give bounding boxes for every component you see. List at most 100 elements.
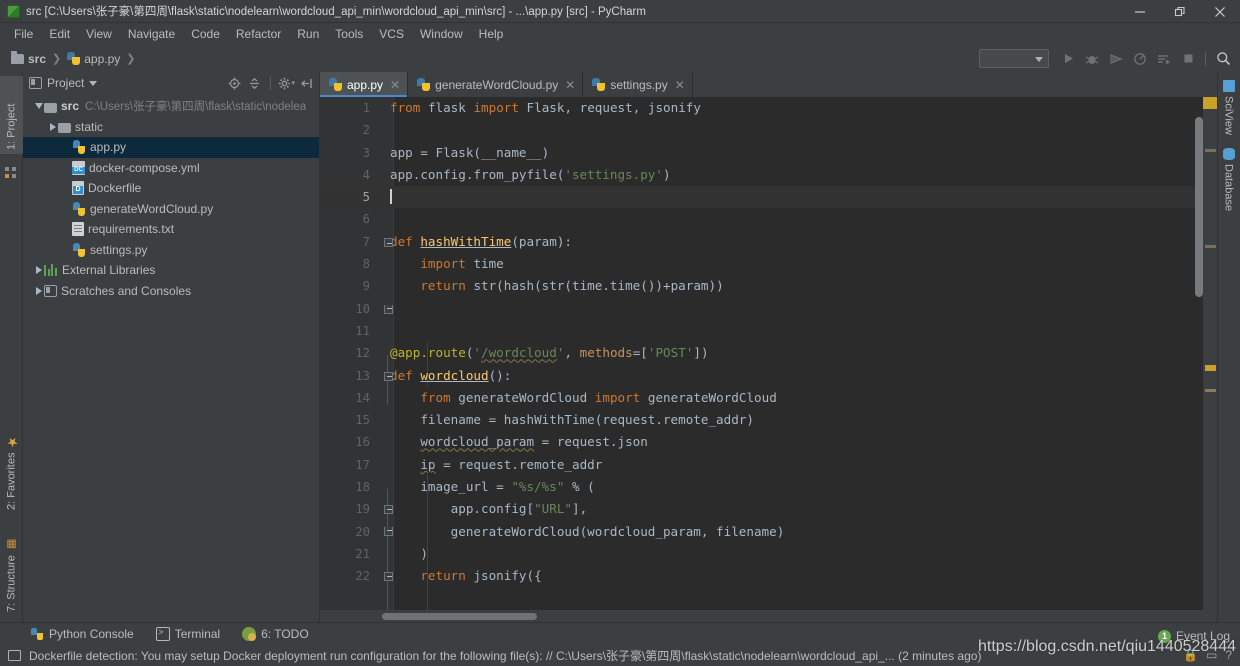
- locate-file-button[interactable]: [226, 75, 243, 92]
- code-editor[interactable]: 1from flask import Flask, request, jsoni…: [320, 97, 1217, 610]
- event-log-button[interactable]: 1 Event Log: [1158, 629, 1230, 643]
- maximize-button[interactable]: [1160, 0, 1200, 23]
- chevron-right-icon[interactable]: [33, 265, 44, 276]
- code-line[interactable]: 9 return str(hash(str(time.time())+param…: [320, 275, 1217, 297]
- gear-icon[interactable]: ▾: [278, 75, 295, 92]
- code-line[interactable]: 18 image_url = "%s/%s" % (: [320, 476, 1217, 498]
- error-marker-strip[interactable]: [1203, 97, 1217, 610]
- profile-button[interactable]: [1129, 48, 1151, 70]
- warning-marker[interactable]: [1205, 389, 1216, 392]
- chevron-right-icon[interactable]: [33, 285, 44, 296]
- minimize-button[interactable]: [1120, 0, 1160, 23]
- close-icon[interactable]: ✕: [675, 78, 685, 92]
- tree-item-src[interactable]: srcC:\Users\张子豪\第四周\flask\static\nodelea: [23, 96, 319, 117]
- code-line[interactable]: 20 generateWordCloud(wordcloud_param, fi…: [320, 521, 1217, 543]
- menu-item-code[interactable]: Code: [183, 25, 228, 43]
- menu-item-refactor[interactable]: Refactor: [228, 25, 289, 43]
- editor-tab-settings-py[interactable]: settings.py✕: [583, 72, 692, 97]
- tool-window-python-console[interactable]: Python Console: [30, 627, 134, 641]
- editor-vertical-scrollbar[interactable]: [1195, 117, 1203, 297]
- code-line[interactable]: 16 wordcloud_param = request.json: [320, 431, 1217, 453]
- menu-item-edit[interactable]: Edit: [41, 25, 78, 43]
- chevron-down-icon[interactable]: [89, 81, 97, 86]
- tree-item-external-libraries[interactable]: External Libraries: [23, 260, 319, 281]
- close-icon[interactable]: ✕: [565, 78, 575, 92]
- code-line[interactable]: 19 app.config["URL"],: [320, 498, 1217, 520]
- code-line[interactable]: 13def wordcloud():: [320, 365, 1217, 387]
- code-line[interactable]: 15 filename = hashWithTime(request.remot…: [320, 409, 1217, 431]
- menu-item-navigate[interactable]: Navigate: [120, 25, 183, 43]
- code-line[interactable]: 7def hashWithTime(param):: [320, 231, 1217, 253]
- fold-marker-tuple-end[interactable]: [383, 520, 394, 542]
- code-line[interactable]: 1from flask import Flask, request, jsoni…: [320, 97, 1217, 119]
- editor-horizontal-scrollbar[interactable]: [382, 613, 537, 620]
- menu-item-tools[interactable]: Tools: [327, 25, 371, 43]
- lock-icon[interactable]: 🔒: [1183, 648, 1198, 662]
- close-button[interactable]: [1200, 0, 1240, 23]
- breadcrumb-item-src[interactable]: src: [8, 51, 49, 67]
- run-button[interactable]: [1057, 48, 1079, 70]
- code-line[interactable]: 3app = Flask(__name__): [320, 142, 1217, 164]
- tree-item-generatewordcloud-py[interactable]: generateWordCloud.py: [23, 199, 319, 220]
- code-line[interactable]: 2: [320, 119, 1217, 141]
- sidebar-item-structure[interactable]: 7: Structure ▦: [0, 520, 23, 616]
- code-line[interactable]: 12@app.route('/wordcloud', methods=['POS…: [320, 342, 1217, 364]
- code-line[interactable]: 14 from generateWordCloud import generat…: [320, 387, 1217, 409]
- collapse-all-button[interactable]: [246, 75, 263, 92]
- code-line[interactable]: 11: [320, 320, 1217, 342]
- code-line[interactable]: 8 import time: [320, 253, 1217, 275]
- sidebar-item-database[interactable]: Database: [1217, 144, 1240, 215]
- help-icon[interactable]: ?: [1225, 648, 1232, 662]
- code-line[interactable]: 6: [320, 208, 1217, 230]
- project-tree[interactable]: srcC:\Users\张子豪\第四周\flask\static\nodelea…: [23, 94, 319, 622]
- tool-window-6-todo[interactable]: 6: TODO: [242, 627, 309, 641]
- fold-marker-def-wordcloud[interactable]: [383, 365, 394, 387]
- code-line[interactable]: 5: [320, 186, 1217, 208]
- code-line[interactable]: 17 ip = request.remote_addr: [320, 454, 1217, 476]
- structure-strip-icon[interactable]: [0, 158, 23, 182]
- menu-item-run[interactable]: Run: [289, 25, 327, 43]
- warning-marker[interactable]: [1205, 149, 1216, 152]
- code-line[interactable]: 21 ): [320, 543, 1217, 565]
- notification-icon[interactable]: [8, 650, 21, 661]
- hide-panel-button[interactable]: [298, 75, 315, 92]
- menu-item-file[interactable]: File: [6, 25, 41, 43]
- tree-item-static[interactable]: static: [23, 117, 319, 138]
- editor-tab-app-py[interactable]: app.py✕: [320, 72, 408, 97]
- tool-window-terminal[interactable]: Terminal: [156, 627, 220, 641]
- menu-item-window[interactable]: Window: [412, 25, 471, 43]
- tree-item-dockerfile[interactable]: Dockerfile: [23, 178, 319, 199]
- search-everywhere-icon[interactable]: [1212, 48, 1234, 70]
- run-configuration-selector[interactable]: [979, 49, 1049, 68]
- chevron-right-icon[interactable]: [47, 121, 58, 132]
- breadcrumb-item-app-py[interactable]: app.py: [64, 51, 123, 67]
- fold-marker-tuple-start[interactable]: [383, 498, 394, 520]
- fold-marker-jsonify[interactable]: [383, 565, 394, 587]
- memory-icon[interactable]: ▭: [1206, 648, 1217, 662]
- editor-tab-generatewordcloud-py[interactable]: generateWordCloud.py✕: [408, 72, 583, 97]
- code-line[interactable]: 4app.config.from_pyfile('settings.py'): [320, 164, 1217, 186]
- fold-marker-return-end[interactable]: [383, 298, 394, 320]
- sidebar-item-project[interactable]: 1: Project: [0, 76, 23, 154]
- coverage-button[interactable]: [1105, 48, 1127, 70]
- tree-item-settings-py[interactable]: settings.py: [23, 240, 319, 261]
- code-line[interactable]: 22 return jsonify({: [320, 565, 1217, 587]
- error-stripe-indicator[interactable]: [1203, 97, 1217, 109]
- menu-item-vcs[interactable]: VCS: [371, 25, 412, 43]
- stop-button[interactable]: [1177, 48, 1199, 70]
- tree-item-app-py[interactable]: app.py: [23, 137, 319, 158]
- todo-marker[interactable]: [1205, 365, 1216, 371]
- menu-item-help[interactable]: Help: [471, 25, 512, 43]
- warning-marker[interactable]: [1205, 245, 1216, 248]
- tree-item-requirements-txt[interactable]: requirements.txt: [23, 219, 319, 240]
- fold-marker-def-hashwithtime[interactable]: [383, 232, 394, 254]
- chevron-down-icon[interactable]: [33, 101, 44, 112]
- menu-item-view[interactable]: View: [78, 25, 120, 43]
- tree-item-docker-compose-yml[interactable]: docker-compose.yml: [23, 158, 319, 179]
- tree-item-scratches-and-consoles[interactable]: Scratches and Consoles: [23, 281, 319, 302]
- attach-button[interactable]: [1153, 48, 1175, 70]
- debug-button[interactable]: [1081, 48, 1103, 70]
- code-line[interactable]: 10: [320, 298, 1217, 320]
- sidebar-item-sciview[interactable]: SciView: [1217, 76, 1240, 139]
- sidebar-item-favorites[interactable]: 2: Favorites ★: [0, 418, 23, 514]
